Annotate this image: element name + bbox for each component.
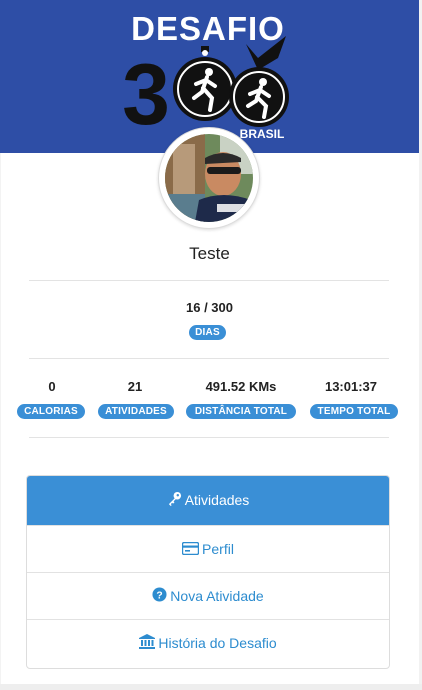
svg-text:BRASIL: BRASIL	[240, 127, 285, 141]
stat-value-distancia: 491.52 KMs	[205, 379, 277, 394]
desafio-300-logo: DESAFIO 3 BRASIL	[122, 10, 289, 143]
avatar-frame	[158, 127, 260, 229]
avatar-photo-icon	[165, 134, 253, 222]
stat-label-calorias: CALORIAS	[17, 404, 85, 419]
profile-menu: Atividades Perfil ? Nova Atividade Histó…	[26, 475, 390, 669]
svg-text:?: ?	[157, 590, 163, 601]
stat-value-calorias: 0	[48, 379, 56, 394]
svg-text:3: 3	[122, 47, 170, 143]
menu-item-historia[interactable]: História do Desafio	[27, 619, 389, 668]
menu-label: Perfil	[202, 541, 234, 557]
bank-icon	[139, 621, 156, 668]
menu-item-perfil[interactable]: Perfil	[27, 525, 389, 572]
key-icon	[167, 477, 182, 525]
stat-value-tempo: 13:01:37	[324, 379, 378, 394]
divider	[29, 280, 389, 281]
stat-label-distancia: DISTÂNCIA TOTAL	[186, 404, 296, 419]
avatar	[165, 134, 253, 222]
profile-name: Teste	[189, 244, 230, 263]
menu-item-nova-atividade[interactable]: ? Nova Atividade	[27, 572, 389, 619]
divider	[29, 358, 389, 359]
card-icon	[181, 527, 200, 574]
progress-count: 16 / 300	[186, 300, 233, 315]
days-badge: DIAS	[189, 325, 226, 340]
stat-label-tempo: TEMPO TOTAL	[310, 404, 398, 419]
menu-label: História do Desafio	[158, 635, 277, 651]
menu-label: Atividades	[184, 492, 250, 508]
stat-label-atividades: ATIVIDADES	[98, 404, 174, 419]
stat-value-atividades: 21	[127, 379, 143, 394]
menu-item-atividades[interactable]: Atividades	[27, 476, 389, 525]
divider	[29, 437, 389, 438]
menu-label: Nova Atividade	[170, 588, 264, 604]
svg-text:DESAFIO: DESAFIO	[131, 10, 285, 47]
question-circle-icon: ?	[152, 574, 167, 621]
bottom-gutter	[0, 684, 422, 690]
